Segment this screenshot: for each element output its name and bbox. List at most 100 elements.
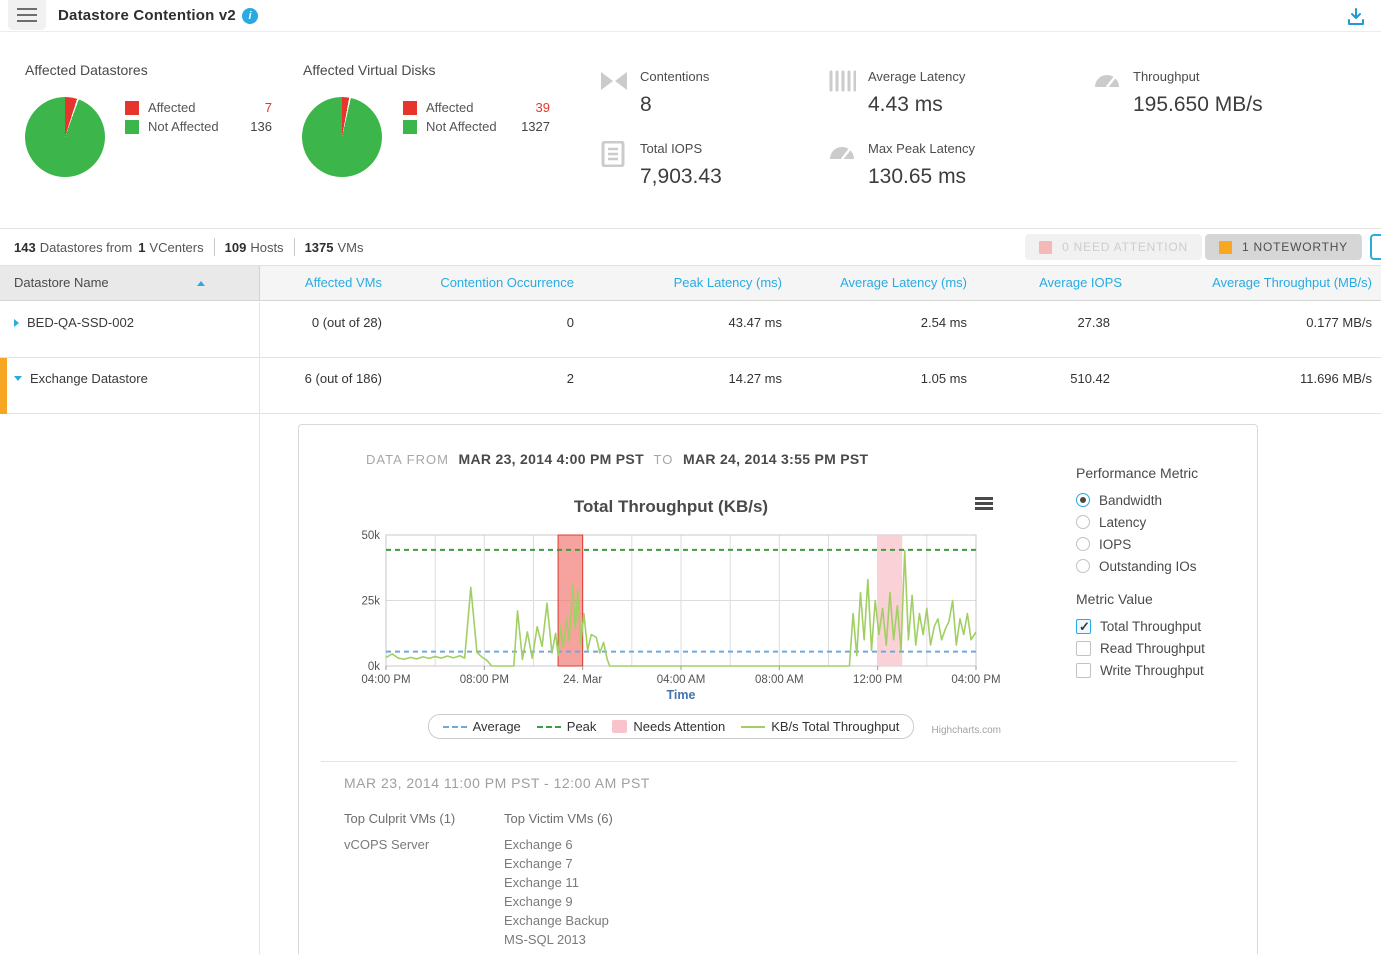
- culprit-header: Top Culprit VMs (1): [344, 811, 494, 826]
- chart-title: Total Throughput (KB/s): [341, 497, 1001, 517]
- radio-outstanding-ios[interactable]: Outstanding IOs: [1076, 555, 1251, 577]
- kpi-label: Contentions: [640, 69, 709, 84]
- host-count: 109: [225, 240, 247, 255]
- highcharts-credit[interactable]: Highcharts.com: [341, 725, 1001, 736]
- expand-icon[interactable]: [14, 319, 19, 327]
- peak-latency-cell: 43.47 ms: [582, 315, 790, 330]
- kpi-label: Throughput: [1133, 69, 1200, 84]
- average-latency-icon: [828, 69, 856, 93]
- download-icon[interactable]: [1345, 6, 1367, 28]
- radio-latency[interactable]: Latency: [1076, 511, 1251, 533]
- metric-value-heading: Metric Value: [1076, 591, 1251, 607]
- noteworthy-label: 1 NOTEWORTHY: [1242, 240, 1348, 254]
- victim-vm: Exchange 11: [504, 875, 724, 894]
- svg-text:50k: 50k: [361, 530, 380, 542]
- event-period: MAR 23, 2014 11:00 PM PST - 12:00 AM PST: [344, 775, 650, 791]
- vm-count-label: VMs: [337, 240, 363, 255]
- column-datastore-name[interactable]: Datastore Name: [0, 266, 260, 300]
- collapse-icon[interactable]: [14, 376, 22, 381]
- average-iops-cell: 27.38: [975, 315, 1130, 330]
- table-row-selected[interactable]: Exchange Datastore 6 (out of 186) 2 14.2…: [0, 358, 1381, 414]
- victim-vm: MS-SQL 2013: [504, 932, 724, 951]
- summary-panel: Affected Datastores Affected7 Not Affect…: [0, 33, 1381, 229]
- info-icon[interactable]: i: [242, 8, 258, 24]
- radio-label: IOPS: [1099, 537, 1131, 552]
- top-culprit-vms: Top Culprit VMs (1) vCOPS Server: [344, 811, 494, 856]
- top-victim-vms: Top Victim VMs (6) Exchange 6 Exchange 7…: [504, 811, 724, 951]
- radio-iops[interactable]: IOPS: [1076, 533, 1251, 555]
- table-row[interactable]: BED-QA-SSD-002 0 (out of 28) 0 43.47 ms …: [0, 302, 1381, 358]
- svg-text:04:00 AM: 04:00 AM: [657, 674, 706, 686]
- checkbox-write-throughput[interactable]: Write Throughput: [1076, 659, 1251, 681]
- culprit-vm: vCOPS Server: [344, 837, 494, 856]
- column-affected-vms[interactable]: Affected VMs: [260, 266, 390, 300]
- affected-swatch: [125, 101, 139, 115]
- throughput-gauge-icon: [1093, 69, 1121, 93]
- victim-header: Top Victim VMs (6): [504, 811, 724, 826]
- affected-vdisks-legend: Affected39 Not Affected1327: [403, 98, 550, 136]
- badge-partial[interactable]: [1370, 234, 1381, 260]
- affected-vms-cell: 6 (out of 186): [260, 371, 390, 386]
- to-datetime: MAR 24, 2014 3:55 PM PST: [683, 451, 868, 467]
- throughput-chart: Total Throughput (KB/s) 0k25k50k04:00 PM…: [341, 485, 1001, 739]
- chart-plot-area: 0k25k50k04:00 PM08:00 PM24. Mar04:00 AM0…: [341, 523, 1001, 701]
- radio-label: Bandwidth: [1099, 493, 1162, 508]
- not-affected-swatch: [403, 120, 417, 134]
- inventory-counts: 143 Datastores from 1 VCenters 109 Hosts…: [14, 229, 363, 265]
- title-bar: Datastore Contention v2 i: [0, 0, 1381, 32]
- radio-label: Latency: [1099, 515, 1146, 530]
- column-label: Datastore Name: [14, 275, 109, 290]
- noteworthy-icon: [1219, 241, 1232, 254]
- need-attention-icon: [1039, 241, 1052, 254]
- datastore-name-cell[interactable]: Exchange Datastore: [0, 358, 260, 414]
- column-contention-occurrence[interactable]: Contention Occurrence: [390, 266, 582, 300]
- checkbox-icon: [1076, 663, 1091, 678]
- kpi-value: 195.650 MB/s: [1133, 93, 1263, 117]
- hamburger-menu-icon[interactable]: [8, 0, 46, 30]
- sort-ascending-icon: [197, 281, 205, 286]
- data-range: DATA FROM MAR 23, 2014 4:00 PM PST TO MA…: [366, 451, 868, 467]
- performance-metric-heading: Performance Metric: [1076, 465, 1251, 481]
- affected-label: Affected: [148, 100, 230, 115]
- vcenter-count: 1: [138, 240, 145, 255]
- kpi-label: Total IOPS: [640, 141, 702, 156]
- affected-value: 7: [230, 100, 272, 115]
- datastore-count: 143: [14, 240, 36, 255]
- svg-text:Time: Time: [667, 688, 696, 702]
- affected-vdisks-title: Affected Virtual Disks: [303, 62, 436, 78]
- average-iops-cell: 510.42: [975, 371, 1130, 386]
- chart-context-menu-icon[interactable]: [975, 497, 993, 511]
- svg-text:25k: 25k: [361, 596, 380, 608]
- average-latency-cell: 1.05 ms: [790, 371, 975, 386]
- kpi-value: 7,903.43: [640, 165, 722, 189]
- table-header: Datastore Name Affected VMs Contention O…: [0, 265, 1381, 301]
- noteworthy-badge[interactable]: 1 NOTEWORTHY: [1205, 234, 1362, 260]
- table-toolbar: 143 Datastores from 1 VCenters 109 Hosts…: [0, 229, 1381, 265]
- datastore-name: Exchange Datastore: [30, 371, 148, 386]
- average-throughput-cell: 11.696 MB/s: [1130, 371, 1380, 386]
- column-average-latency[interactable]: Average Latency (ms): [790, 266, 975, 300]
- column-average-iops[interactable]: Average IOPS: [975, 266, 1130, 300]
- divider: [321, 761, 1237, 762]
- datastore-count-label: Datastores from: [40, 240, 132, 255]
- radio-bandwidth[interactable]: Bandwidth: [1076, 489, 1251, 511]
- kpi-value: 130.65 ms: [868, 165, 966, 189]
- checkbox-read-throughput[interactable]: Read Throughput: [1076, 637, 1251, 659]
- affected-vdisks-pie: [302, 97, 382, 177]
- affected-datastores-pie: [25, 97, 105, 177]
- svg-text:24. Mar: 24. Mar: [563, 674, 602, 686]
- column-average-throughput[interactable]: Average Throughput (MB/s): [1130, 266, 1380, 300]
- column-peak-latency[interactable]: Peak Latency (ms): [582, 266, 790, 300]
- need-attention-label: 0 NEED ATTENTION: [1062, 240, 1188, 254]
- max-peak-latency-gauge-icon: [828, 141, 856, 165]
- average-latency-cell: 2.54 ms: [790, 315, 975, 330]
- kpi-label: Average Latency: [868, 69, 965, 84]
- affected-vms-cell: 0 (out of 28): [260, 315, 390, 330]
- victim-vm: Exchange 6: [504, 837, 724, 856]
- not-affected-value: 136: [230, 119, 272, 134]
- datastore-name-cell[interactable]: BED-QA-SSD-002: [0, 302, 260, 358]
- need-attention-badge[interactable]: 0 NEED ATTENTION: [1025, 234, 1202, 260]
- victim-vm: Exchange 7: [504, 856, 724, 875]
- checkbox-total-throughput[interactable]: Total Throughput: [1076, 615, 1251, 637]
- data-from-label: DATA FROM: [366, 452, 449, 467]
